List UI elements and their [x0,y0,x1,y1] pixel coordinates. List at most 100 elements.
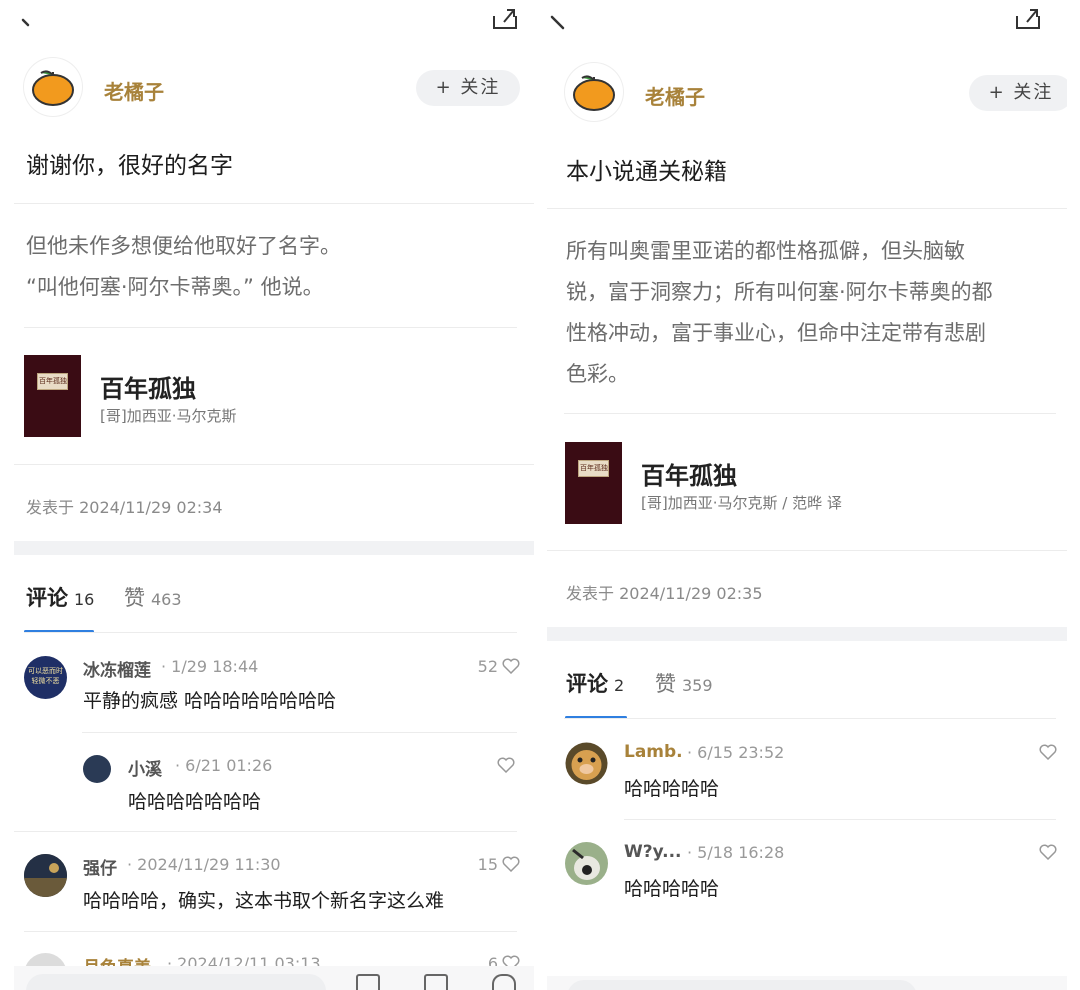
divider [14,203,534,204]
comment-time: · 2024/11/29 11:30 [127,855,281,874]
tab-comments[interactable]: 评论 2 [566,668,624,698]
author-name[interactable]: 老橘子 [104,76,164,105]
tab-label: 赞 [124,586,145,610]
divider [24,632,517,633]
share-icon[interactable] [1015,4,1041,30]
comment-text: 哈哈哈哈哈哈哈 [128,791,262,813]
book-excerpt[interactable]: 但他未作多想便给他取好了名字。 “叫他何塞·阿尔卡蒂奥。” 他说。 [26,226,341,308]
cartoon-avatar-image [565,842,608,885]
bottom-action-bar [14,966,534,990]
excerpt-line: 但他未作多想便给他取好了名字。 [26,234,341,258]
pig-avatar-image [565,742,608,785]
commenter-avatar[interactable] [83,755,111,783]
book-cover-text: 百年孤独 [580,464,608,472]
tab-label: 评论 [26,586,68,610]
comment-text: 哈哈哈哈，确实，这本书取个新名字这么难 [83,890,445,912]
excerpt-line: 性格冲动，富于事业心，但命中注定带有悲剧 [566,321,986,345]
tab-likes[interactable]: 赞 359 [655,668,713,698]
tab-count: 2 [614,676,625,695]
divider [14,464,534,465]
author-avatar[interactable] [565,63,623,121]
share-icon[interactable] [492,4,518,30]
post-title: 谢谢你，很好的名字 [26,153,233,179]
comment-input[interactable] [26,974,326,990]
comment-tabs: 评论 16 赞 463 [26,582,516,622]
author-name[interactable]: 老橘子 [645,81,705,110]
back-icon[interactable] [20,14,36,30]
comment-input[interactable] [567,980,917,990]
follow-button[interactable]: + 关注 [969,75,1067,111]
divider [624,819,1056,820]
comment-item: 可以恶而时 轻微不恶 冰冻榴莲 · 1/29 18:44 52 平静的疯感 哈哈… [24,656,524,726]
posted-time: 发表于 2024/11/29 02:35 [566,584,763,603]
heart-icon [502,658,520,674]
like-button[interactable] [493,756,515,775]
comment-item: 强仔 · 2024/11/29 11:30 15 哈哈哈哈，确实，这本书取个新名… [24,854,524,914]
like-button[interactable] [1035,843,1057,862]
like-button[interactable]: 52 [478,657,520,676]
comment-text: 哈哈哈哈哈 [624,878,720,900]
tab-count: 463 [151,590,182,609]
divider [564,413,1056,414]
left-post-panel: 老橘子 + 关注 谢谢你，很好的名字 但他未作多想便给他取好了名字。 “叫他何塞… [14,0,534,990]
commenter-name[interactable]: Lamb. [624,742,683,762]
tab-comments[interactable]: 评论 16 [26,582,94,612]
book-icon[interactable] [356,974,380,990]
heart-icon [502,856,520,872]
follow-button[interactable]: + 关注 [416,70,520,106]
book-title: 百年孤独 [100,374,196,403]
tab-label: 评论 [566,672,608,696]
tab-count: 359 [682,676,713,695]
comment-item: W?y... · 5/18 16:28 哈哈哈哈哈 [565,842,1065,902]
tangerine-icon [32,70,74,106]
posted-time: 发表于 2024/11/29 02:34 [26,498,223,517]
comment-tabs: 评论 2 赞 359 [566,668,1056,708]
book-excerpt[interactable]: 所有叫奥雷里亚诺的都性格孤僻，但头脑敏 锐，富于洞察力；所有叫何塞·阿尔卡蒂奥的… [566,231,993,395]
book-cover: 百年孤独 [565,442,622,524]
author-avatar[interactable] [24,58,82,116]
divider [564,718,1056,719]
commenter-avatar[interactable] [565,742,608,785]
book-card[interactable]: 百年孤独 百年孤独 [哥]加西亚·马尔克斯 / 范晔 译 [565,442,1055,526]
author-row: 老橘子 + 关注 [24,58,524,118]
comment-time: · 6/21 01:26 [175,756,273,775]
comment-item: Lamb. · 6/15 23:52 哈哈哈哈哈 [565,742,1065,812]
tab-count: 16 [74,590,95,609]
commenter-name[interactable]: 冰冻榴莲 [83,656,151,681]
comment-text: 哈哈哈哈哈 [624,778,720,800]
comment-time: · 1/29 18:44 [161,657,259,676]
commenter-avatar[interactable] [565,842,608,885]
comment-icon[interactable] [424,974,448,990]
excerpt-line: 色彩。 [566,362,629,386]
tangerine-icon [573,75,615,111]
author-row: 老橘子 + 关注 [565,63,1067,123]
commenter-name[interactable]: 强仔 [83,854,117,879]
commenter-avatar[interactable] [24,854,67,897]
book-cover: 百年孤独 [24,355,81,437]
heart-icon [497,757,515,773]
tab-label: 赞 [655,672,676,696]
divider [24,327,517,328]
comment-time: · 6/15 23:52 [687,743,785,762]
like-count: 15 [477,855,498,874]
like-count: 52 [477,657,498,676]
commenter-avatar[interactable]: 可以恶而时 轻微不恶 [24,656,67,699]
commenter-name[interactable]: 小溪 [128,755,162,780]
like-icon[interactable] [492,974,516,990]
bottom-action-bar [547,976,1067,990]
photo-avatar-image [24,854,67,897]
book-author: [哥]加西亚·马尔克斯 [100,407,237,425]
heart-icon [1039,844,1057,860]
book-title: 百年孤独 [641,461,737,490]
tab-likes[interactable]: 赞 463 [124,582,182,612]
book-cover-text: 百年孤独 [39,377,67,385]
heart-icon [1039,744,1057,760]
section-separator [14,541,534,555]
like-button[interactable] [1035,743,1057,762]
commenter-name[interactable]: W?y... [624,842,682,862]
divider [547,208,1067,209]
back-icon[interactable] [549,14,565,30]
like-button[interactable]: 15 [478,855,520,874]
commenter-avatar-text: 可以恶而时 轻微不恶 [28,667,63,685]
book-card[interactable]: 百年孤独 百年孤独 [哥]加西亚·马尔克斯 [24,355,514,439]
